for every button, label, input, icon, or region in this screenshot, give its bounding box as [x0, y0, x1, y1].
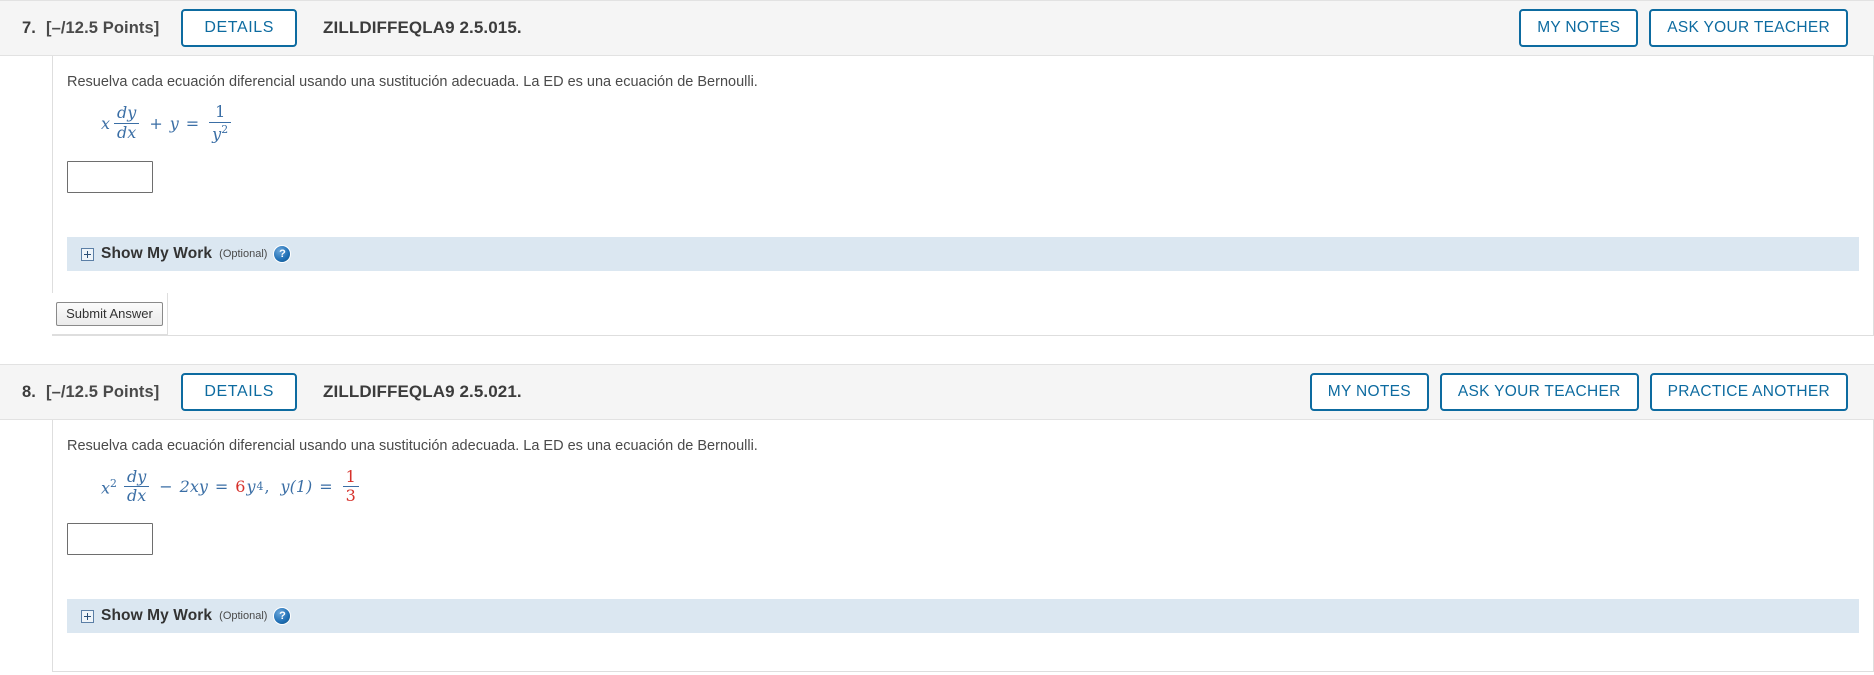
problem-8-header: 8. [–/12.5 Points] DETAILS ZILLDIFFEQLA9… [0, 364, 1874, 421]
eq-derivative-denominator: dx [114, 123, 140, 142]
eq-rhs-fraction: 1 y2 [209, 102, 232, 144]
show-my-work-bar[interactable]: Show My Work (Optional) ? [67, 237, 1859, 272]
details-button[interactable]: DETAILS [181, 9, 298, 47]
eq-rhs-exponent: 4 [256, 480, 264, 494]
eq-derivative-denominator: dx [123, 486, 150, 505]
help-icon[interactable]: ? [274, 246, 291, 263]
practice-another-button[interactable]: PRACTICE ANOTHER [1649, 373, 1848, 411]
eq-var-x: x2 [101, 477, 117, 497]
problem-prompt: Resuelva cada ecuación diferencial usand… [67, 438, 758, 455]
eq-var-x-exponent: 2 [110, 476, 117, 490]
plus-box-icon[interactable] [81, 247, 94, 261]
problem-points: [–/12.5 Points] [45, 18, 160, 37]
problem-8-body: Resuelva cada ecuación diferencial usand… [52, 420, 1874, 673]
problem-gap [0, 336, 1874, 365]
eq-derivative-numerator: dy [117, 103, 137, 123]
eq-var-x: x [101, 114, 111, 134]
problem-code: ZILLDIFFEQLA9 2.5.021. [323, 382, 522, 402]
header-actions: MY NOTES ASK YOUR TEACHER [1519, 9, 1848, 47]
show-my-work-optional: (Optional) [219, 610, 268, 623]
eq-derivative: dy dx [114, 103, 140, 142]
eq-derivative: dy dx [123, 466, 150, 506]
eq-rhs-var: y [246, 477, 256, 497]
problem-7-equation: x dy dx + y = 1 y2 [53, 92, 1873, 143]
problem-7-header: 7. [–/12.5 Points] DETAILS ZILLDIFFEQLA9… [0, 0, 1874, 56]
eq-derivative-numerator: dy [126, 466, 147, 486]
my-notes-button[interactable]: MY NOTES [1309, 373, 1429, 411]
ask-your-teacher-button[interactable]: ASK YOUR TEACHER [1649, 9, 1848, 47]
assignment-page: 7. [–/12.5 Points] DETAILS ZILLDIFFEQLA9… [0, 0, 1874, 673]
eq-rhs-den-exponent: 2 [221, 123, 229, 137]
problem-8-equation: x2 dy dx − 2xy = 6 y 4 , y(1) = 1 3 [53, 457, 1873, 506]
problem-number: 8. [22, 382, 36, 401]
eq-comma: , [264, 477, 270, 497]
eq-equals-operator: = [185, 114, 200, 134]
eq-plus-operator: + [149, 114, 163, 134]
show-my-work-label: Show My Work [101, 245, 213, 263]
eq-initial-condition: y(1) [280, 477, 313, 497]
eq-term-2xy: 2xy [179, 477, 208, 497]
plus-box-icon[interactable] [81, 609, 94, 623]
answer-input[interactable] [67, 161, 153, 194]
details-button[interactable]: DETAILS [181, 373, 298, 412]
problem-8-answer-wrap [53, 505, 1873, 556]
eq-var-x-base: x [101, 477, 111, 497]
help-icon[interactable]: ? [274, 608, 291, 625]
problem-8: 8. [–/12.5 Points] DETAILS ZILLDIFFEQLA9… [0, 364, 1874, 673]
submit-row: Submit Answer [52, 293, 1873, 336]
problem-code: ZILLDIFFEQLA9 2.5.015. [323, 18, 522, 37]
eq-rhs-den-base: y [212, 124, 222, 144]
problem-number: 7. [22, 18, 36, 37]
eq-equals-operator: = [214, 477, 229, 497]
problem-7: 7. [–/12.5 Points] DETAILS ZILLDIFFEQLA9… [0, 0, 1874, 337]
problem-prompt: Resuelva cada ecuación diferencial usand… [67, 74, 758, 90]
show-my-work-bar[interactable]: Show My Work (Optional) ? [67, 599, 1859, 634]
show-my-work-optional: (Optional) [219, 248, 268, 261]
eq-initial-numerator: 1 [345, 466, 356, 486]
submit-answer-button[interactable]: Submit Answer [56, 301, 163, 326]
eq-term-y: y [169, 114, 179, 134]
problem-points: [–/12.5 Points] [45, 382, 160, 401]
eq-minus-operator: − [159, 477, 173, 497]
eq-rhs-numerator: 1 [215, 102, 226, 122]
ask-your-teacher-button[interactable]: ASK YOUR TEACHER [1439, 373, 1639, 411]
eq-rhs-denominator: y2 [209, 122, 232, 144]
header-actions: MY NOTES ASK YOUR TEACHER PRACTICE ANOTH… [1309, 373, 1848, 411]
show-my-work-label: Show My Work [101, 607, 213, 625]
eq-initial-fraction: 1 3 [342, 466, 359, 506]
problem-7-body: Resuelva cada ecuación diferencial usand… [52, 56, 1874, 337]
answer-input[interactable] [67, 523, 153, 556]
eq-initial-denominator: 3 [342, 486, 359, 505]
submit-cell: Submit Answer [52, 293, 168, 336]
my-notes-button[interactable]: MY NOTES [1519, 9, 1639, 47]
eq-rhs-coefficient: 6 [235, 477, 246, 497]
problem-7-answer-wrap [53, 143, 1873, 194]
eq-equals-operator-2: = [319, 477, 333, 497]
